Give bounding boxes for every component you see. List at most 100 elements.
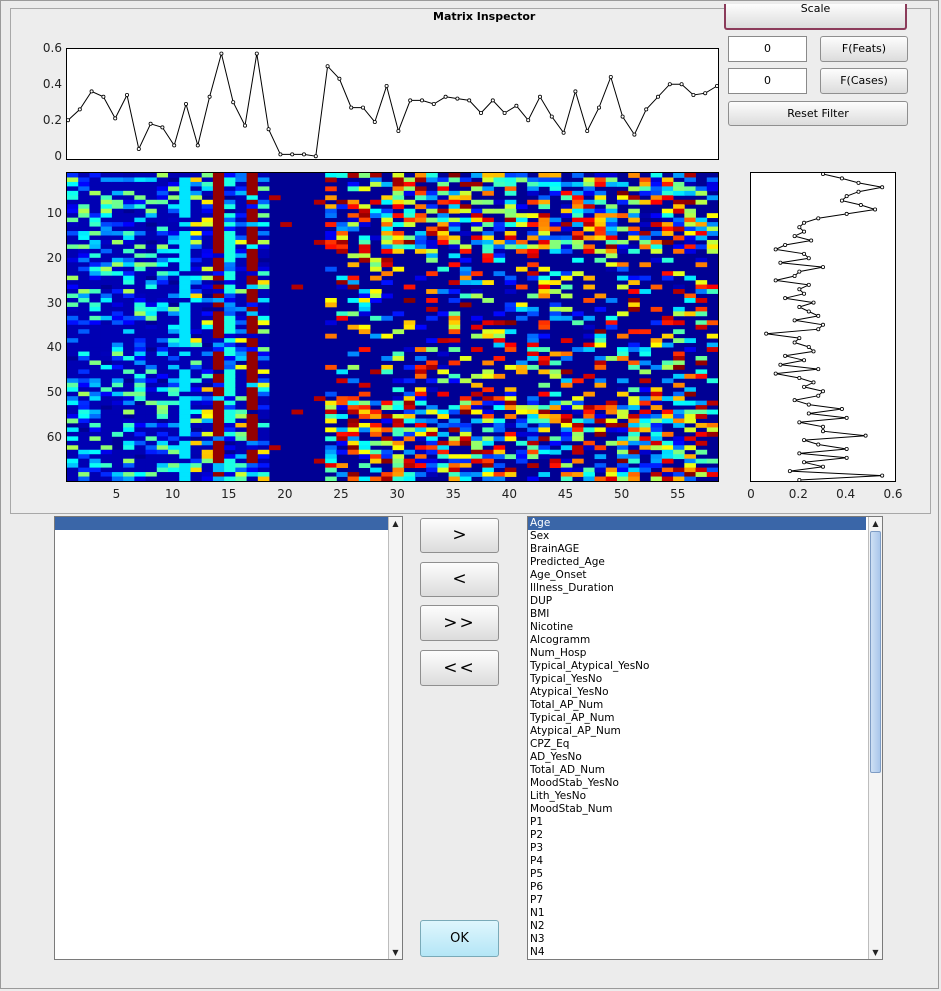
heatmap-cell (257, 440, 270, 446)
remove-all-button[interactable]: << (420, 650, 499, 686)
variable-list-item[interactable]: P2 (528, 829, 866, 842)
heatmap-cell (123, 226, 135, 232)
heatmap-cell (426, 231, 438, 236)
heatmap-cell (179, 222, 191, 227)
feats-filter-input[interactable]: 0 (728, 36, 807, 62)
side-series-point (839, 407, 844, 412)
scroll-down-icon[interactable]: ▼ (869, 946, 882, 959)
variable-list-item[interactable]: P5 (528, 868, 866, 881)
heatmap-cell (426, 360, 438, 366)
heatmap-cell (156, 275, 169, 281)
variable-list-item[interactable]: Atypical_AP_Num (528, 725, 866, 738)
variable-list-item[interactable]: N4 (528, 946, 866, 959)
variable-list-item[interactable]: BrainAGE (528, 543, 866, 556)
variable-list-item[interactable]: Predicted_Age (528, 556, 866, 569)
variable-list-item[interactable]: Num_Hosp (528, 647, 866, 660)
variable-list-item[interactable]: AD_YesNo (528, 751, 866, 764)
variable-list-item[interactable]: P6 (528, 881, 866, 894)
variable-list-item[interactable]: N2 (528, 920, 866, 933)
remove-selected-button[interactable]: < (420, 562, 499, 597)
heatmap-cell (426, 190, 438, 196)
heatmap-cell (347, 284, 360, 290)
reset-filter-button[interactable]: Reset Filter (728, 101, 908, 126)
scroll-down-icon[interactable]: ▼ (389, 946, 402, 959)
cases-filter-button[interactable]: F(Cases) (820, 68, 908, 94)
heatmap-cell (134, 293, 146, 299)
heatmap-cell (403, 449, 416, 455)
heatmap-cell (212, 338, 225, 344)
heatmap-cell (673, 173, 685, 178)
scale-button[interactable]: Scale (724, 4, 907, 30)
right-list-scrollbar[interactable]: ▲ ▼ (868, 517, 882, 959)
variable-list-item[interactable]: Lith_YesNo (528, 790, 866, 803)
variable-list-item[interactable]: Age_Onset (528, 569, 866, 582)
heatmap-cell (212, 199, 225, 205)
heatmap-cell (201, 177, 214, 183)
heatmap-cell (347, 436, 360, 442)
side-series-point (811, 380, 816, 385)
scroll-up-icon[interactable]: ▲ (389, 517, 402, 530)
heatmap-cell (190, 173, 203, 178)
heatmap-cell (123, 369, 135, 375)
list-item[interactable] (55, 517, 388, 530)
scroll-thumb[interactable] (870, 531, 881, 773)
heatmap-axes[interactable] (66, 172, 719, 482)
variable-list-item[interactable]: Typical_YesNo (528, 673, 866, 686)
heatmap-cell (257, 222, 270, 227)
heatmap-cell (89, 302, 102, 308)
ok-button[interactable]: OK (420, 920, 499, 957)
variable-list-item[interactable]: CPZ_Eq (528, 738, 866, 751)
heatmap-cell (459, 454, 472, 460)
variable-list-item[interactable]: Sex (528, 530, 866, 543)
heatmap-cell (168, 195, 180, 201)
feats-filter-button[interactable]: F(Feats) (820, 36, 908, 62)
variable-list-item[interactable]: Illness_Duration (528, 582, 866, 595)
add-selected-button[interactable]: > (420, 518, 499, 553)
add-all-button[interactable]: >> (420, 605, 499, 641)
variable-list-item[interactable]: Typical_AP_Num (528, 712, 866, 725)
variable-list-item[interactable]: Atypical_YesNo (528, 686, 866, 699)
variable-list-item[interactable]: BMI (528, 608, 866, 621)
variable-list-item[interactable]: MoodStab_Num (528, 803, 866, 816)
heatmap-cell (235, 217, 247, 223)
heatmap-cell (212, 391, 225, 397)
scroll-up-icon[interactable]: ▲ (869, 517, 882, 530)
variable-list-item[interactable]: Alcogramm (528, 634, 866, 647)
heatmap-cell (201, 239, 214, 245)
left-list-scrollbar[interactable]: ▲ ▼ (388, 517, 402, 959)
heatmap-cell (179, 458, 191, 464)
heatmap-cell (684, 418, 696, 424)
variable-list-item[interactable]: Nicotine (528, 621, 866, 634)
cases-filter-input[interactable]: 0 (728, 68, 807, 94)
variable-list-item[interactable]: P4 (528, 855, 866, 868)
heatmap-cell (123, 181, 135, 187)
variable-list-item[interactable]: MoodStab_YesNo (528, 777, 866, 790)
variable-list-item[interactable]: Age (528, 517, 866, 530)
heatmap-cell (437, 266, 450, 272)
heatmap-cell (168, 244, 180, 250)
heatmap-cell (246, 280, 259, 285)
heatmap-cell (673, 382, 685, 388)
heatmap-cell (684, 293, 696, 299)
heatmap-cell (100, 338, 113, 344)
selected-variables-list[interactable]: Age Sex BrainAGE Predicted_Age Age_Onset Illn… (527, 516, 883, 960)
heatmap-cell (235, 418, 247, 424)
variable-list-item[interactable]: N1 (528, 907, 866, 920)
variable-list-item[interactable]: Total_AD_Num (528, 764, 866, 777)
variable-list-item[interactable]: DUP (528, 595, 866, 608)
variable-list-item[interactable]: Total_AP_Num (528, 699, 866, 712)
variable-list-item[interactable]: P1 (528, 816, 866, 829)
heatmap-cell (684, 181, 696, 187)
heatmap-cell (156, 387, 169, 393)
variable-list-item[interactable]: P7 (528, 894, 866, 907)
heatmap-cell (134, 409, 146, 415)
variable-list-item[interactable]: N3 (528, 933, 866, 946)
heatmap-cell (639, 440, 652, 446)
heatmap-cell (235, 297, 247, 303)
heatmap-cell (560, 467, 573, 473)
variable-list-item[interactable]: P3 (528, 842, 866, 855)
available-variables-list[interactable]: ▲ ▼ (54, 516, 403, 960)
heatmap-matrix[interactable] (67, 173, 718, 481)
variable-list-item[interactable]: Typical_Atypical_YesNo (528, 660, 866, 673)
heatmap-cell (190, 186, 203, 192)
